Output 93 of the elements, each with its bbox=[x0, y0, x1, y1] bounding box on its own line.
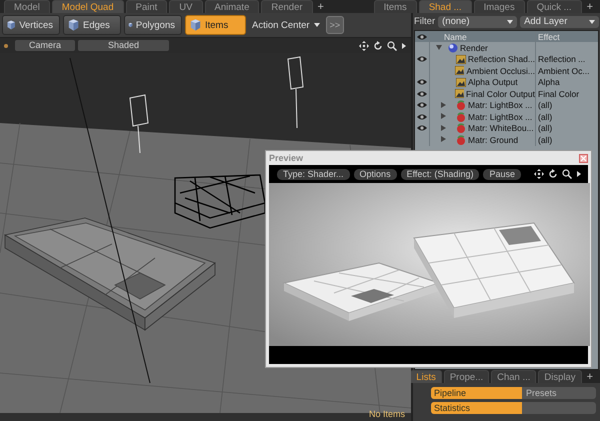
layer-name[interactable]: Matr: Ground bbox=[468, 134, 518, 145]
selection-mode-button[interactable]: Edges bbox=[63, 15, 121, 35]
layer-effect: (all) bbox=[538, 123, 552, 134]
tab[interactable]: Shad ... bbox=[418, 0, 472, 13]
zoom-icon[interactable] bbox=[387, 40, 397, 50]
tab[interactable]: UV bbox=[169, 0, 202, 13]
cube-icon bbox=[67, 18, 80, 32]
dropdown-arrow-icon bbox=[507, 20, 514, 24]
expand-arrow-icon[interactable] bbox=[440, 102, 447, 109]
tab[interactable]: Images bbox=[474, 0, 525, 13]
move-icon[interactable] bbox=[359, 40, 369, 50]
rotate-icon[interactable] bbox=[373, 40, 383, 50]
layer-name[interactable]: Matr: LightBox ... bbox=[468, 112, 532, 122]
preview-option-button[interactable]: Pause bbox=[483, 168, 521, 180]
eye-icon[interactable] bbox=[417, 55, 427, 64]
window-title: Preview bbox=[269, 153, 304, 163]
layer-name[interactable]: Alpha Output bbox=[468, 77, 518, 88]
collapse-arrow-icon[interactable] bbox=[436, 44, 443, 52]
dropdown-arrow-icon bbox=[314, 23, 320, 27]
tab[interactable]: Chan ... bbox=[491, 370, 536, 383]
tab[interactable]: Display bbox=[538, 370, 582, 383]
tab[interactable]: Prope... bbox=[444, 370, 490, 383]
layer-name[interactable]: Reflection Shad... bbox=[468, 54, 535, 64]
selection-mode-button[interactable]: Polygons bbox=[124, 15, 182, 35]
expand-arrow-icon[interactable] bbox=[440, 124, 447, 132]
expand-arrow-icon[interactable] bbox=[440, 113, 447, 120]
tab[interactable]: Model bbox=[4, 0, 50, 13]
layer-effect: Reflection ... bbox=[538, 54, 586, 64]
add-layer-dropdown[interactable]: Add Layer bbox=[520, 16, 599, 28]
layer-name[interactable]: Render bbox=[460, 42, 488, 53]
layer-name[interactable]: Matr: LightBox ... bbox=[468, 100, 532, 110]
filter-label: Filter bbox=[414, 16, 436, 27]
status-dot bbox=[4, 44, 8, 48]
presets-label[interactable]: Presets bbox=[522, 387, 557, 399]
preview-option-button[interactable]: Type: Shader... bbox=[277, 168, 350, 180]
eye-icon bbox=[417, 32, 427, 40]
play-icon[interactable] bbox=[576, 169, 582, 179]
rotate-icon[interactable] bbox=[548, 169, 558, 179]
image-layer-icon bbox=[454, 89, 464, 98]
more-button[interactable]: >> bbox=[326, 16, 344, 34]
eye-icon[interactable] bbox=[417, 124, 427, 132]
list-item[interactable]: Pipeline bbox=[431, 387, 522, 399]
layer-effect: (all) bbox=[538, 134, 552, 145]
dropdown-arrow-icon bbox=[589, 20, 595, 24]
selection-mode-button[interactable]: Vertices bbox=[2, 15, 60, 35]
tab[interactable]: Lists bbox=[410, 370, 442, 383]
layer-effect: Final Color bbox=[538, 88, 580, 99]
tab[interactable]: Paint bbox=[126, 0, 168, 13]
layer-name[interactable]: Ambient Occlusi... bbox=[466, 66, 535, 76]
zoom-icon[interactable] bbox=[562, 169, 572, 179]
preview-option-button[interactable]: Effect: (Shading) bbox=[400, 168, 480, 180]
cube-icon bbox=[6, 18, 16, 32]
tab[interactable]: Model Quad bbox=[52, 0, 124, 13]
preview-option-button[interactable]: Options bbox=[354, 168, 397, 180]
layer-effect: (all) bbox=[538, 112, 552, 122]
eye-icon[interactable] bbox=[417, 112, 427, 121]
status-text: No Items bbox=[368, 409, 405, 419]
tab[interactable]: Animate bbox=[204, 0, 260, 13]
layer-effect: Alpha bbox=[538, 77, 560, 88]
layer-effect: (all) bbox=[538, 100, 552, 110]
material-icon bbox=[456, 123, 466, 134]
eye-icon[interactable] bbox=[417, 90, 427, 98]
shading-dropdown[interactable]: Shaded bbox=[78, 40, 170, 51]
add-tab-button[interactable]: + bbox=[584, 371, 596, 383]
move-icon[interactable] bbox=[534, 169, 544, 179]
add-tab-button[interactable]: + bbox=[314, 1, 327, 13]
layer-effect: Ambient Oc... bbox=[538, 66, 590, 76]
layer-name[interactable]: Matr: WhiteBou... bbox=[468, 123, 534, 134]
play-icon[interactable] bbox=[401, 40, 407, 50]
add-tab-button[interactable]: + bbox=[584, 1, 596, 13]
material-icon bbox=[456, 134, 466, 145]
sphere-icon bbox=[448, 42, 458, 53]
camera-dropdown[interactable]: Camera bbox=[15, 40, 76, 51]
action-center-dropdown[interactable]: Action Center bbox=[249, 16, 323, 34]
eye-icon[interactable] bbox=[417, 78, 427, 86]
tab[interactable]: Render bbox=[261, 0, 313, 13]
filter-dropdown[interactable]: (none) bbox=[438, 16, 518, 28]
tab[interactable]: Quick ... bbox=[526, 0, 582, 13]
list-item[interactable]: Statistics bbox=[431, 402, 522, 414]
close-icon[interactable] bbox=[579, 154, 588, 162]
column-header[interactable]: Name bbox=[430, 31, 536, 42]
image-layer-icon bbox=[456, 54, 466, 64]
cube-icon bbox=[189, 18, 202, 32]
image-layer-icon bbox=[455, 66, 464, 76]
material-icon bbox=[456, 100, 466, 110]
eye-icon[interactable] bbox=[417, 101, 427, 110]
selection-mode-button[interactable]: Items bbox=[185, 15, 246, 35]
column-header[interactable]: Effect bbox=[536, 32, 598, 42]
expand-arrow-icon[interactable] bbox=[440, 136, 447, 144]
image-layer-icon bbox=[456, 78, 466, 87]
material-icon bbox=[456, 112, 466, 122]
tab[interactable]: Items bbox=[374, 0, 417, 13]
layer-name[interactable]: Final Color Output bbox=[466, 88, 535, 99]
